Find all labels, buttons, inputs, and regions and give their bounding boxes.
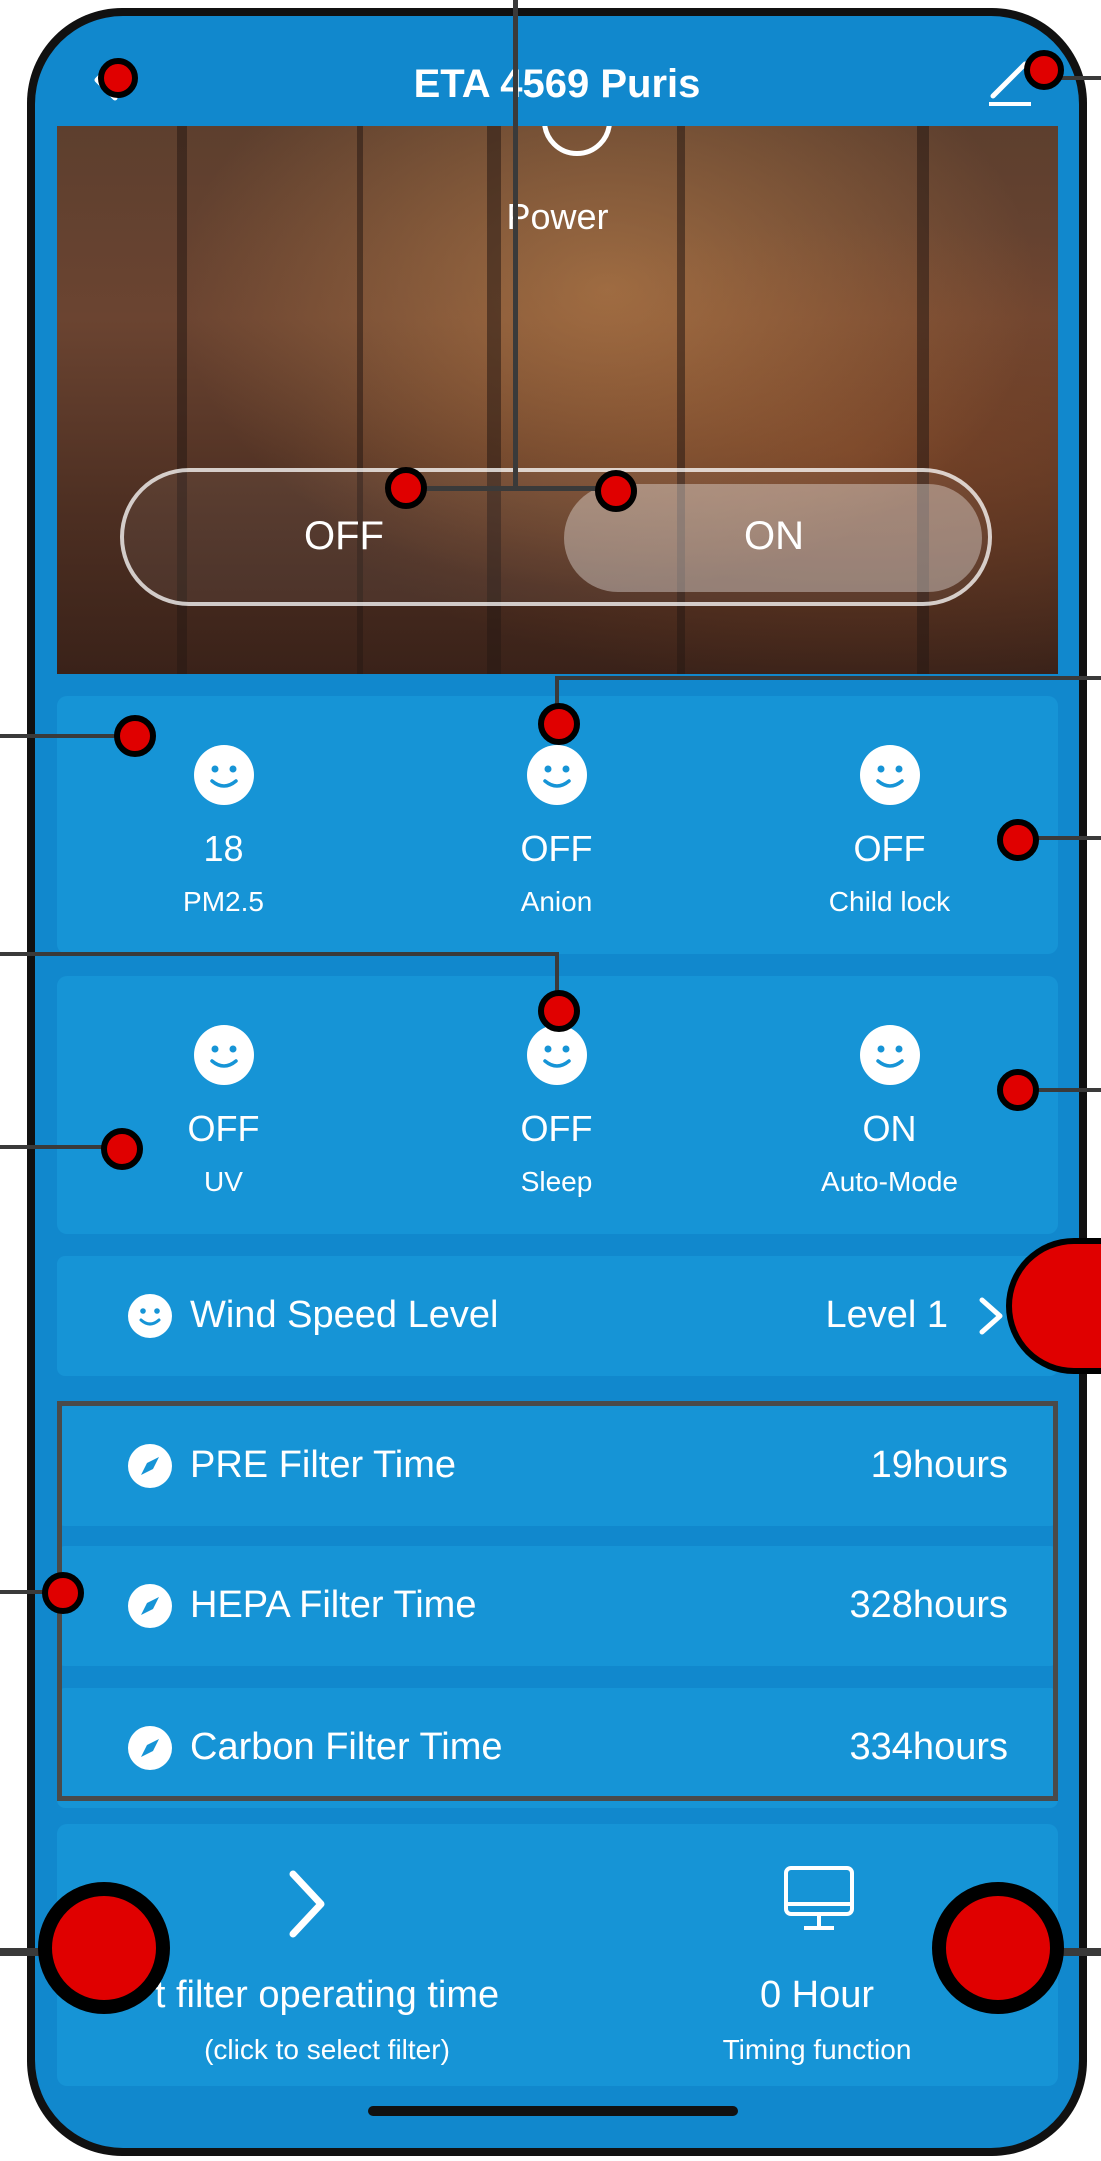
annotation-marker [38,1882,170,2014]
annotation-line [513,0,518,490]
top-bar: ETA 4569 Puris [35,16,1079,126]
reset-filter-sublabel: (click to select filter) [204,2034,450,2065]
timing-label: Timing function [722,2034,912,2065]
app-screen: ETA 4569 Puris Power OFF ON 18 PM2.5 OFF… [35,16,1079,2148]
wind-speed-row[interactable]: Wind Speed Level Level 1 [57,1256,1058,1376]
smiley-icon [193,1025,254,1085]
annotation-marker [595,470,637,512]
wind-speed-label: Wind Speed Level [190,1294,499,1336]
annotation-line [0,952,555,956]
smiley-icon [526,745,587,805]
annotation-marker [101,1128,143,1170]
power-label: Power [506,196,609,237]
auto-mode-value: ON [862,1108,917,1149]
chevron-right-icon [979,1297,1003,1335]
annotation-marker [932,1882,1064,2014]
home-indicator [368,2106,738,2116]
annotation-line [0,734,130,738]
annotation-line [405,486,618,491]
pm25-value: 18 [203,828,244,869]
smiley-icon [859,745,920,805]
annotation-marker [114,715,156,757]
anion-label: Anion [520,886,593,917]
pm25-label: PM2.5 [183,886,264,917]
uv-cell[interactable]: OFF UV [57,976,390,1234]
phone-frame: ETA 4569 Puris Power OFF ON 18 PM2.5 OFF… [27,8,1087,2156]
power-icon [542,126,612,156]
smiley-icon [526,1025,587,1085]
annotation-marker [538,703,580,745]
toggle-off-option[interactable]: OFF [244,514,444,559]
sleep-value: OFF [520,1108,593,1149]
smiley-icon [128,1294,172,1338]
chevron-right-icon [289,1870,325,1938]
smiley-icon [859,1025,920,1085]
page-title: ETA 4569 Puris [413,62,701,106]
uv-label: UV [204,1166,243,1197]
power-panel: Power OFF ON [57,126,1058,674]
annotation-marker [385,467,427,509]
smiley-icon [193,745,254,805]
annotation-marker [1024,50,1064,90]
annotation-marker [997,1069,1039,1111]
annotation-marker [42,1572,84,1614]
monitor-icon [784,1866,854,1930]
annotation-marker [538,990,580,1032]
toggle-on-option[interactable]: ON [574,514,974,559]
wind-speed-value: Level 1 [825,1294,948,1336]
annotation-marker [997,819,1039,861]
annotation-line [555,676,1101,680]
auto-mode-label: Auto-Mode [821,1166,958,1197]
anion-value: OFF [520,828,593,869]
bottom-actions-card: t filter operating time (click to select… [57,1824,1058,2086]
annotation-marker [98,58,138,98]
sleep-label: Sleep [520,1166,593,1197]
filter-group-outline [57,1401,1058,1801]
child-lock-label: Child lock [828,886,951,917]
